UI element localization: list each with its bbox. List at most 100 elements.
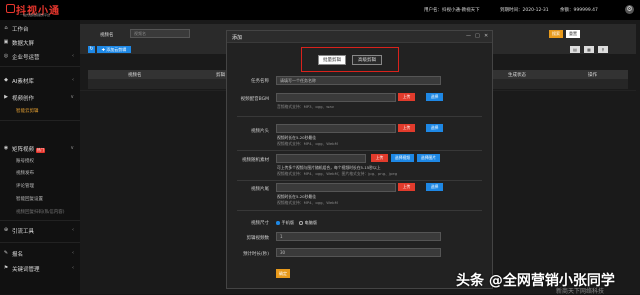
- sidebar-sub-smart-clip[interactable]: 智能云剪辑: [16, 108, 39, 114]
- random-upload-button[interactable]: 上传: [371, 154, 388, 162]
- head-help-2: 视频格式支持：MP4、ogg、WebM: [277, 141, 338, 146]
- sidebar-item-workbench[interactable]: ⌂ 工作台: [0, 24, 80, 33]
- size-option-desktop[interactable]: 电脑版: [299, 220, 317, 226]
- dialog-title: 添加: [232, 35, 243, 41]
- task-name-label: 任务名称: [251, 79, 269, 84]
- minimize-icon[interactable]: —: [466, 33, 471, 39]
- sidebar-item-signup[interactable]: ✎ 报名 ‹: [0, 249, 80, 258]
- sidebar-item-ai-library[interactable]: ◆ AI素材库 ‹: [0, 76, 80, 85]
- home-icon: ⌂: [4, 25, 8, 31]
- divider: [237, 210, 482, 211]
- screen-icon: ▣: [3, 39, 9, 45]
- expire-date: 到期时间：2020-12-31: [500, 8, 549, 13]
- random-help-2: 视频格式支持：MP4、ogg、WebM；图片格式支持：jpg、png、jpeg: [277, 171, 398, 176]
- sidebar: ⌂ 工作台 ▣ 数据大屏 ◎ 企业号运营 ‹ ◆ AI素材库 ‹ ▶ 视频创作 …: [0, 20, 80, 294]
- bgm-select-button[interactable]: 选择: [426, 93, 443, 101]
- tail-upload-button[interactable]: 上传: [398, 183, 415, 191]
- chevron-down-icon: ∨: [70, 145, 74, 151]
- column-header: 视频名: [128, 73, 142, 78]
- sidebar-item-video-create[interactable]: ▶ 视频创作 ∨: [0, 93, 80, 102]
- chevron-left-icon: ‹: [72, 265, 74, 271]
- head-select-button[interactable]: 选择: [426, 124, 443, 132]
- column-header: 操作: [588, 73, 597, 78]
- radio-unchecked-icon: [299, 221, 303, 225]
- tab-batch-clip[interactable]: 批量剪辑: [318, 55, 346, 65]
- sidebar-item-label: 数据大屏: [12, 41, 35, 47]
- size-option-mobile[interactable]: 手机版: [276, 220, 294, 226]
- head-upload-button[interactable]: 上传: [398, 124, 415, 132]
- sidebar-item-label: 报名: [12, 252, 24, 258]
- confirm-button[interactable]: 确定: [276, 269, 290, 278]
- sidebar-item-label: AI素材库: [12, 79, 34, 85]
- plus-circle-icon: ⊕: [3, 227, 9, 233]
- sidebar-item-label: 视频创作: [12, 96, 35, 102]
- sidebar-item-label: 工作台: [12, 27, 29, 33]
- sidebar-item-keywords[interactable]: ⚑ 关键词管理 ‹: [0, 264, 80, 273]
- divider: [237, 180, 482, 181]
- search-button[interactable]: 搜索: [549, 30, 563, 38]
- refresh-button[interactable]: ↻: [88, 46, 95, 53]
- sidebar-sub-smart-reply[interactable]: 智能回复设置: [16, 196, 43, 202]
- search-label: 视频名: [100, 33, 114, 38]
- head-input[interactable]: [276, 124, 396, 133]
- sidebar-item-label: 矩阵视频 热门: [12, 147, 46, 153]
- chevron-left-icon: ‹: [72, 250, 74, 256]
- sidebar-sub-reply-scan[interactable]: 视频回复扫码(私信内容): [16, 209, 65, 215]
- task-name-input[interactable]: 请填写一个任务名称: [276, 76, 441, 85]
- add-dialog: 添加 — □ ✕ 批量剪辑 高级剪辑 任务名称 请填写一个任务名称 视频配音BG…: [226, 30, 493, 289]
- close-icon[interactable]: ✕: [484, 33, 488, 39]
- play-icon: ▶: [4, 94, 8, 100]
- chevron-left-icon: ‹: [72, 53, 74, 59]
- column-header: 剪辑: [216, 73, 225, 78]
- top-bar: 抖视小通 一站式短视频服务平台 用户名：抖视小通-教视天下 到期时间：2020-…: [0, 0, 640, 20]
- pen-icon: ✎: [3, 250, 9, 256]
- sidebar-item-enterprise[interactable]: ◎ 企业号运营 ‹: [0, 52, 80, 61]
- tab-advanced-clip[interactable]: 高级剪辑: [352, 55, 382, 65]
- balance: 余额：999999.47: [560, 8, 598, 13]
- tab-highlight: 批量剪辑 高级剪辑: [301, 47, 399, 72]
- sidebar-item-dashboard[interactable]: ▣ 数据大屏: [0, 38, 80, 47]
- maximize-icon[interactable]: □: [475, 33, 480, 39]
- divider: [237, 116, 482, 117]
- head-label: 视频片头: [251, 129, 269, 134]
- sidebar-sub-account-auth[interactable]: 账号授权: [16, 158, 34, 164]
- tail-help-2: 视频格式支持：MP4、ogg、WebM: [277, 200, 338, 205]
- search-toggle-icon[interactable]: ⚲: [598, 46, 608, 53]
- columns-icon[interactable]: ▦: [584, 46, 594, 53]
- list-view-icon[interactable]: ▤: [570, 46, 580, 53]
- column-header: 生成状态: [508, 73, 526, 78]
- bgm-upload-button[interactable]: 上传: [398, 93, 415, 101]
- sidebar-sub-comment-manage[interactable]: 评论管理: [16, 183, 34, 189]
- bgm-input[interactable]: [276, 93, 396, 102]
- record-icon: ◉: [3, 145, 9, 151]
- divider: [0, 120, 80, 121]
- settings-gear-icon[interactable]: ⚙: [625, 5, 634, 14]
- bgm-label: 视频配音BGM: [240, 97, 269, 102]
- chevron-down-icon: ∨: [70, 94, 74, 100]
- select-video-button[interactable]: 选择视频: [391, 154, 414, 162]
- select-image-button[interactable]: 选择图片: [417, 154, 440, 162]
- sidebar-item-matrix-video[interactable]: ◉ 矩阵视频 热门 ∨: [0, 144, 80, 153]
- tail-select-button[interactable]: 选择: [426, 183, 443, 191]
- sidebar-sub-video-publish[interactable]: 视频发布: [16, 170, 34, 176]
- sidebar-item-traffic-tools[interactable]: ⊕ 引流工具 ‹: [0, 226, 80, 235]
- chevron-left-icon: ‹: [72, 227, 74, 233]
- sidebar-item-label: 企业号运营: [12, 55, 40, 61]
- dialog-header: 添加 — □ ✕: [227, 31, 492, 43]
- search-input[interactable]: 视频名: [130, 29, 190, 38]
- divider: [0, 242, 80, 243]
- user-name: 用户名：抖视小通-教视天下: [424, 8, 480, 13]
- duration-input[interactable]: 30: [276, 248, 441, 257]
- divider: [0, 66, 80, 67]
- logo[interactable]: 抖视小通 一站式短视频服务平台: [6, 2, 80, 18]
- tail-input[interactable]: [276, 183, 396, 192]
- random-input[interactable]: [276, 154, 366, 163]
- random-label: 视频随机素材: [242, 158, 269, 163]
- bgm-help: 音频格式支持：MP3、ogg、wav: [277, 104, 334, 109]
- reset-button[interactable]: 重置: [566, 30, 580, 38]
- logo-icon: [6, 4, 15, 13]
- sidebar-item-label: 关键词管理: [12, 267, 40, 273]
- add-clip-button[interactable]: ✚ 添加云剪辑: [97, 46, 131, 53]
- count-input[interactable]: 1: [276, 232, 441, 241]
- logo-subtitle: 一站式短视频服务平台: [20, 13, 51, 17]
